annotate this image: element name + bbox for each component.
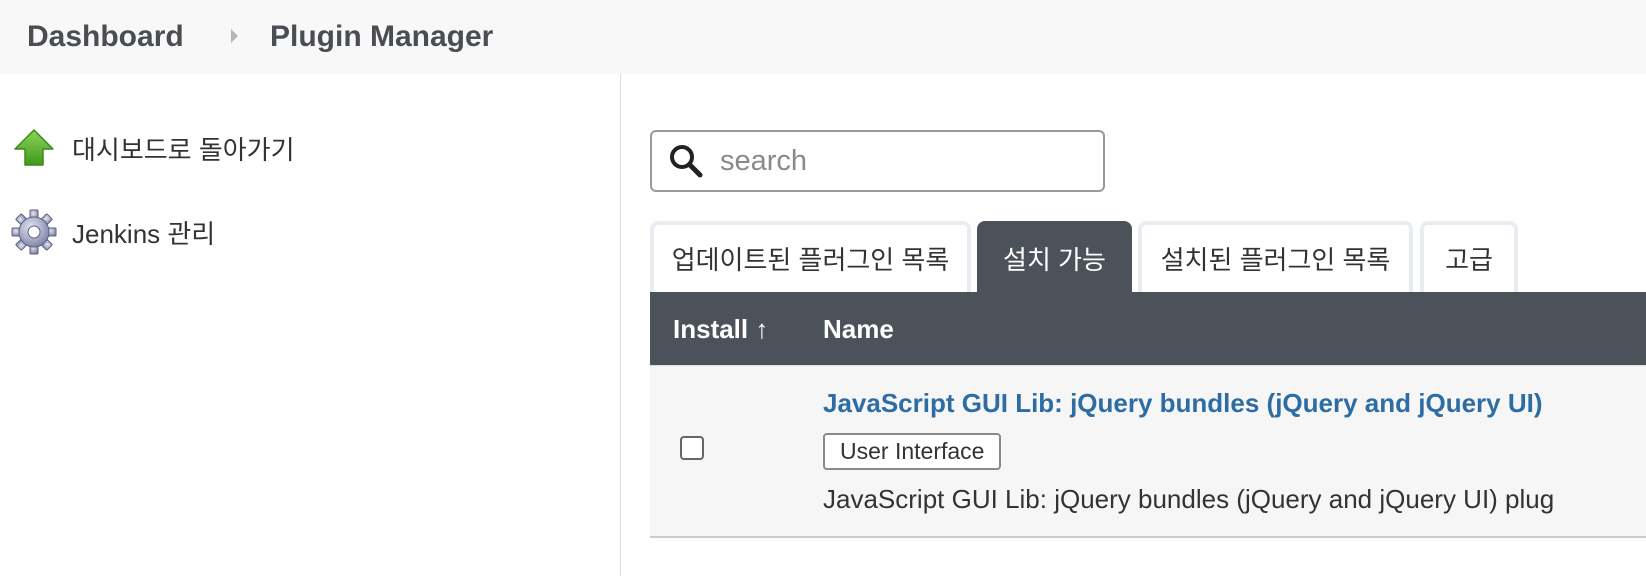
table-row: JavaScript GUI Lib: jQuery bundles (jQue… [650,365,1646,538]
plugin-description: JavaScript GUI Lib: jQuery bundles (jQue… [823,484,1555,514]
breadcrumb: Dashboard Plugin Manager [0,0,1646,74]
tab-installed[interactable]: 설치된 플러그인 목록 [1138,221,1413,292]
tab-updates[interactable]: 업데이트된 플러그인 목록 [650,221,971,292]
breadcrumb-dashboard[interactable]: Dashboard [27,20,184,54]
search-icon [666,141,706,181]
up-arrow-icon [10,124,58,172]
sidebar-item-manage-jenkins[interactable]: Jenkins 관리 [10,208,215,256]
sidebar-item-label: Jenkins 관리 [72,218,216,249]
tab-advanced[interactable]: 고급 [1420,221,1518,292]
search-input[interactable] [718,143,1082,179]
sidebar-item-back-to-dashboard[interactable]: 대시보드로 돌아가기 [10,124,295,172]
gear-icon [10,208,58,256]
sidebar-item-label: 대시보드로 돌아가기 [72,134,295,165]
column-header-install[interactable]: Install ↑ [673,314,768,345]
plugin-name-link[interactable]: JavaScript GUI Lib: jQuery bundles (jQue… [823,388,1543,419]
search-box[interactable] [650,130,1105,192]
breadcrumb-plugin-manager[interactable]: Plugin Manager [270,20,493,54]
category-badge[interactable]: User Interface [823,433,1002,470]
table-header: Install ↑ Name [650,292,1646,365]
tab-available[interactable]: 설치 가능 [977,221,1132,292]
sidebar: 대시보드로 돌아가기 Jenkins 관리 [0,74,621,576]
breadcrumb-separator-icon [231,29,238,43]
column-header-name[interactable]: Name [823,314,894,345]
install-checkbox[interactable] [680,436,704,460]
